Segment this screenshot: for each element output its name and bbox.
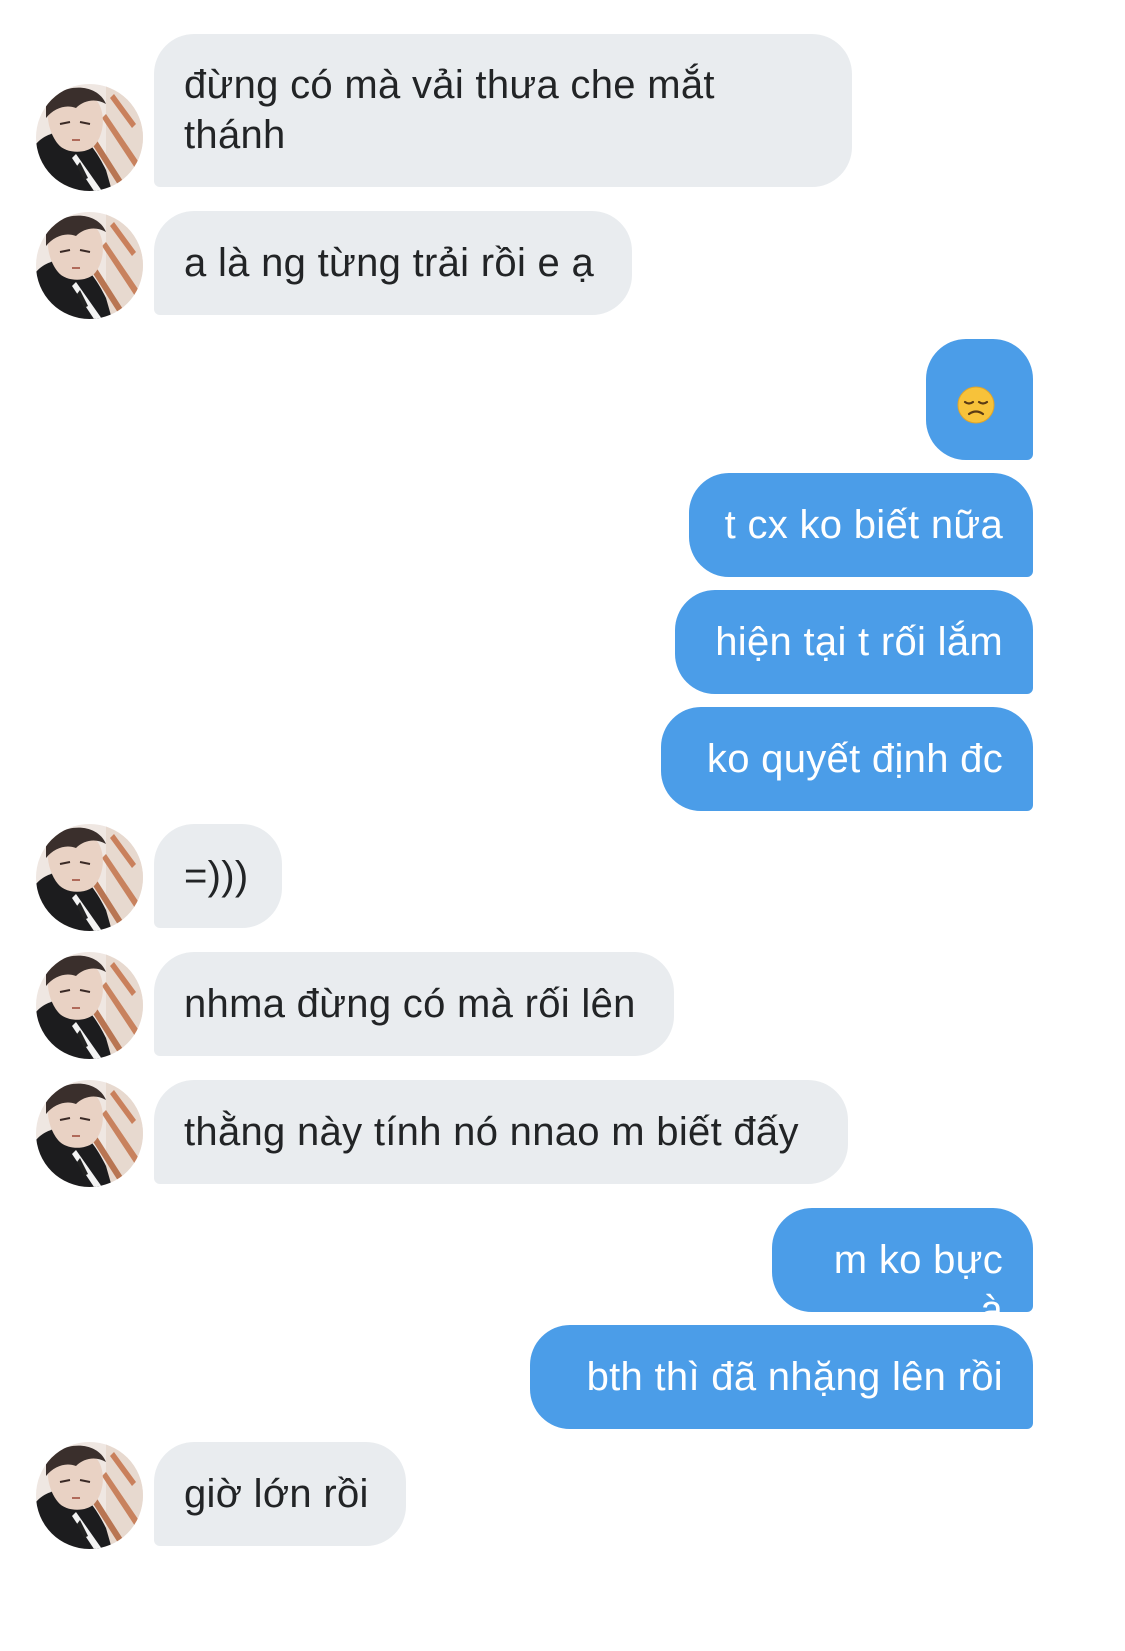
- message-text: bth thì đã nhặng lên rồi: [586, 1355, 1003, 1399]
- outgoing-message-bubble[interactable]: hiện tại t rối lắm: [675, 590, 1033, 694]
- message-text: ko quyết định đc: [706, 737, 1003, 781]
- message-text: a là ng từng trải rồi e ạ: [184, 241, 595, 285]
- contact-avatar[interactable]: [36, 824, 143, 931]
- contact-avatar[interactable]: [36, 952, 143, 1059]
- incoming-message-bubble[interactable]: thằng này tính nó nnao m biết đấy: [154, 1080, 848, 1184]
- incoming-message-bubble[interactable]: nhma đừng có mà rối lên: [154, 952, 674, 1056]
- contact-avatar[interactable]: [36, 1080, 143, 1187]
- outgoing-message-bubble[interactable]: m ko bực à: [772, 1208, 1033, 1332]
- message-text: =))): [184, 854, 249, 898]
- incoming-message-bubble[interactable]: đừng có mà vải thưa che mắt thánh: [154, 34, 852, 187]
- message-text: đừng có mà vải thưa che mắt thánh: [184, 63, 715, 157]
- outgoing-message-bubble[interactable]: t cx ko biết nữa: [689, 473, 1033, 577]
- outgoing-emoji-bubble[interactable]: [926, 339, 1033, 460]
- message-text: hiện tại t rối lắm: [715, 620, 1003, 664]
- message-text: giờ lớn rồi: [184, 1472, 369, 1516]
- disappointed-face-icon: [956, 385, 996, 425]
- message-thread: đừng có mà vải thưa che mắt thánh a là n…: [0, 0, 1125, 1651]
- contact-avatar[interactable]: [36, 212, 143, 319]
- incoming-message-bubble[interactable]: giờ lớn rồi: [154, 1442, 406, 1546]
- outgoing-message-bubble[interactable]: bth thì đã nhặng lên rồi: [530, 1325, 1033, 1429]
- message-text: t cx ko biết nữa: [724, 503, 1003, 547]
- message-text: thằng này tính nó nnao m biết đấy: [184, 1110, 799, 1154]
- outgoing-message-bubble[interactable]: ko quyết định đc: [661, 707, 1033, 811]
- incoming-message-bubble[interactable]: a là ng từng trải rồi e ạ: [154, 211, 632, 315]
- message-text: m ko bực à: [833, 1238, 1003, 1332]
- contact-avatar[interactable]: [36, 84, 143, 191]
- message-text: nhma đừng có mà rối lên: [184, 982, 636, 1026]
- contact-avatar[interactable]: [36, 1442, 143, 1549]
- incoming-message-bubble[interactable]: =))): [154, 824, 282, 928]
